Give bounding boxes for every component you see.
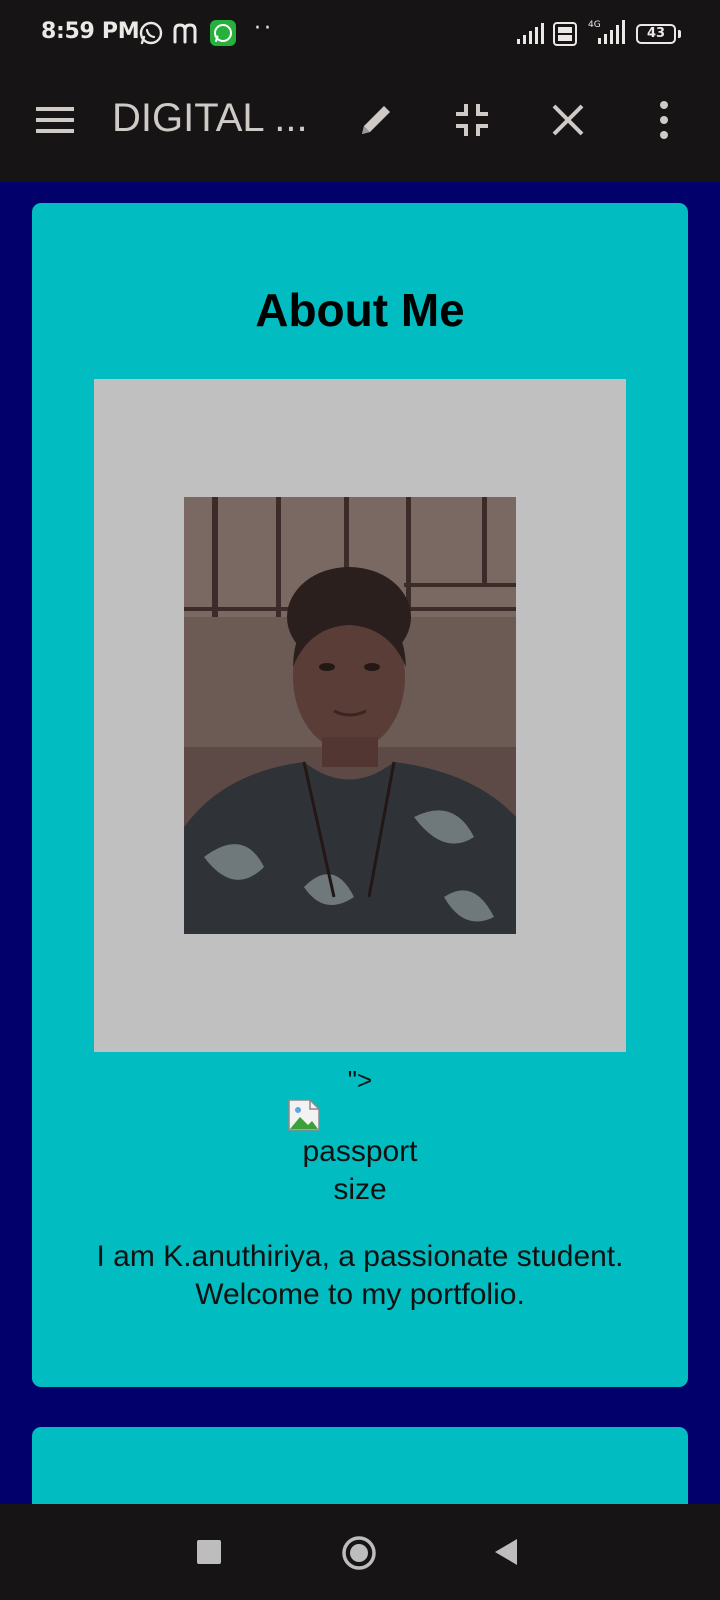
back-icon[interactable] — [493, 1537, 519, 1567]
m-app-icon — [173, 23, 197, 44]
broken-image-icon — [288, 1099, 320, 1131]
about-me-section: About Me "> passport size I am K.anuthir… — [32, 203, 688, 1387]
alt-text-line-2: size — [333, 1173, 387, 1206]
intro-line-1: I am K.anuthiriya, a passionate student. — [96, 1240, 624, 1273]
alt-text-line-1: passport — [302, 1135, 418, 1168]
recents-icon[interactable] — [197, 1540, 221, 1564]
collapse-icon[interactable] — [452, 100, 492, 140]
4g-signal-icon: 4G — [588, 20, 625, 44]
app-title: DIGITAL ... — [112, 96, 308, 140]
battery-tip — [678, 30, 681, 38]
whatsapp-icon — [139, 21, 163, 45]
image-alt-text: passport size — [32, 1133, 688, 1209]
volte-icon — [553, 22, 577, 46]
system-nav-bar — [0, 1504, 720, 1600]
intro-line-2: Welcome to my portfolio. — [195, 1278, 525, 1311]
menu-icon[interactable] — [36, 105, 74, 135]
pencil-icon[interactable] — [356, 100, 396, 140]
svg-text:4G: 4G — [588, 20, 601, 30]
home-icon[interactable] — [341, 1535, 377, 1571]
app-bar: DIGITAL ... — [0, 68, 720, 182]
stray-markup-text: "> — [347, 1065, 373, 1095]
photo-frame — [94, 379, 626, 1052]
section-title: About Me — [255, 284, 465, 336]
more-notifications-indicator: ·· — [254, 16, 274, 41]
whatsapp-business-icon — [210, 20, 236, 46]
close-icon[interactable] — [548, 100, 588, 140]
intro-paragraph: I am K.anuthiriya, a passionate student.… — [32, 1238, 688, 1314]
status-time: 8:59 PM — [41, 19, 140, 44]
status-bar: 8:59 PM ·· 4G 43 — [0, 0, 720, 68]
battery-icon: 43 — [636, 24, 676, 44]
profile-photo — [184, 497, 516, 934]
more-vert-icon[interactable] — [648, 100, 680, 140]
signal-icon — [517, 23, 544, 44]
